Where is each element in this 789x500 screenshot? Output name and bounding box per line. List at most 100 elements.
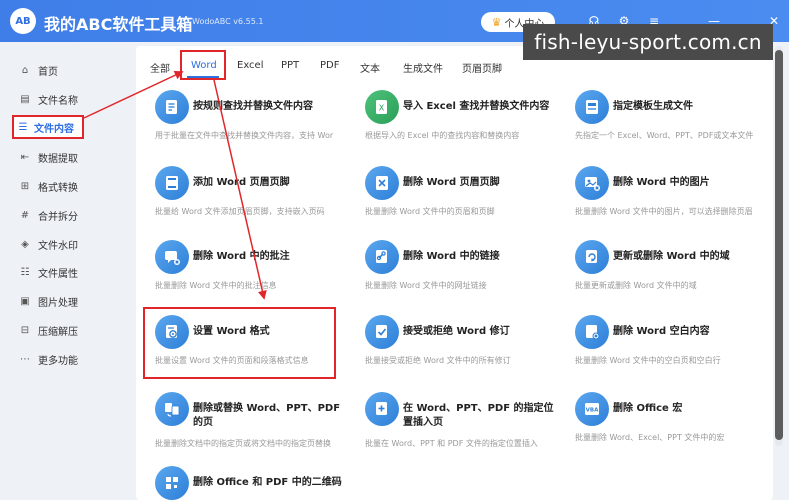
tool-card-desc: 根据导入的 Excel 中的查找内容和替换内容 [365, 131, 520, 140]
tool-card[interactable]: 在 Word、PPT、PDF 的指定位置插入页 批量在 Word、PPT 和 P… [365, 392, 565, 462]
template-icon [575, 90, 609, 124]
tab-text[interactable]: 文本 [360, 60, 380, 75]
tool-card[interactable]: 删除或替换 Word、PPT、PDF 的页 批量删除文档中的指定页或将文档中的指… [155, 392, 355, 462]
tool-card[interactable]: VBA 删除 Office 宏 批量删除 Word、Excel、PPT 文件中的… [575, 392, 775, 462]
sidebar-item-file-name[interactable]: ▤ 文件名称 [12, 87, 112, 111]
sidebar-item-label: 压缩解压 [38, 326, 78, 338]
tool-card-desc: 批量给 Word 文件添加页眉页脚，支持嵌入页码 [155, 207, 325, 216]
link-delete-icon [365, 240, 399, 274]
watermark-text: fish-leyu-sport.com.cn [534, 30, 762, 54]
doc-edit-icon [155, 90, 189, 124]
sidebar-item-more[interactable]: ⋯ 更多功能 [12, 347, 112, 371]
app-version: WodoABC v6.55.1 [192, 17, 264, 26]
sidebar-item-label: 文件名称 [38, 95, 78, 107]
tool-card[interactable]: 删除 Word 中的图片 批量删除 Word 文件中的图片，可以选择删除页眉 [575, 166, 775, 236]
tool-card[interactable]: 删除 Word 中的批注 批量删除 Word 文件中的批注信息 [155, 240, 355, 310]
home-icon: ⌂ [21, 64, 29, 76]
tool-card-desc: 批量接受或拒绝 Word 文件中的所有修订 [365, 356, 511, 365]
tool-card-title: 删除 Word 页眉页脚 [403, 177, 500, 188]
sidebar-item-format-convert[interactable]: ⊞ 格式转换 [12, 174, 112, 198]
properties-icon: ☷ [20, 266, 30, 278]
scrollbar-thumb[interactable] [775, 50, 783, 440]
sidebar-item-label: 合并拆分 [38, 211, 78, 223]
tool-card-title: 删除 Word 中的链接 [403, 251, 500, 262]
tool-card-title: 删除或替换 Word、PPT、PDF 的页 [193, 403, 341, 428]
tab-ppt[interactable]: PPT [281, 60, 299, 71]
tool-card-desc: 批量更新或删除 Word 文件中的域 [575, 281, 697, 290]
tool-card[interactable]: 删除 Word 中的链接 批量删除 Word 文件中的网址链接 [365, 240, 565, 310]
sidebar-item-home[interactable]: ⌂ 首页 [12, 58, 112, 82]
header-footer-delete-icon [365, 166, 399, 200]
tool-card-desc: 批量删除 Word 文件中的空白页和空白行 [575, 356, 721, 365]
sidebar-item-label: 文件属性 [38, 268, 78, 280]
sidebar-item-label: 首页 [38, 66, 58, 78]
tool-card[interactable]: X 导入 Excel 查找并替换文件内容 根据导入的 Excel 中的查找内容和… [365, 90, 565, 160]
highlight-box [143, 307, 336, 379]
sidebar-item-label: 文件内容 [34, 123, 74, 135]
tool-card-title: 删除 Office 和 PDF 中的二维码 [193, 477, 342, 488]
tool-card-title: 指定模板生成文件 [613, 101, 693, 112]
tool-card[interactable]: 删除 Word 空白内容 批量删除 Word 文件中的空白页和空白行 [575, 315, 775, 385]
sidebar-item-watermark[interactable]: ◈ 文件水印 [12, 232, 112, 256]
tool-card-desc: 批量删除文档中的指定页或将文档中的指定页替换 [155, 439, 331, 448]
page-insert-icon [365, 392, 399, 426]
tool-card-title: 添加 Word 页眉页脚 [193, 177, 290, 188]
tool-card-title: 按规则查找并替换文件内容 [193, 101, 313, 112]
app-window: AB 我的ABC软件工具箱 WodoABC v6.55.1 ♛ 个人中心 ☊ ⚙… [0, 0, 789, 500]
sidebar: ⌂ 首页 ▤ 文件名称 ☰ 文件内容 ⇤ 数据提取 ⊞ 格式转换 # 合并拆分 ◈ 文件水印 … [0, 42, 124, 500]
tab-excel[interactable]: Excel [237, 60, 264, 71]
sidebar-item-image[interactable]: ▣ 图片处理 [12, 289, 112, 313]
tab-header-footer[interactable]: 页眉页脚 [462, 60, 502, 75]
sidebar-item-properties[interactable]: ☷ 文件属性 [12, 260, 112, 284]
tool-card-desc: 批量删除 Word 文件中的批注信息 [155, 281, 277, 290]
svg-text:X: X [379, 104, 385, 113]
revision-accept-icon [365, 315, 399, 349]
image-delete-icon [575, 166, 609, 200]
highlight-box [180, 50, 226, 80]
tool-card[interactable]: 更新或删除 Word 中的域 批量更新或删除 Word 文件中的域 [575, 240, 775, 310]
tool-card-desc: 批量删除 Word 文件中的页眉和页脚 [365, 207, 495, 216]
tool-card[interactable]: 删除 Word 页眉页脚 批量删除 Word 文件中的页眉和页脚 [365, 166, 565, 236]
tool-card-title: 在 Word、PPT、PDF 的指定位置插入页 [403, 403, 554, 428]
svg-text:VBA: VBA [586, 408, 599, 414]
image-icon: ▣ [20, 295, 30, 307]
header-footer-add-icon [155, 166, 189, 200]
tab-all[interactable]: 全部 [150, 60, 170, 75]
sidebar-item-label: 格式转换 [38, 182, 78, 194]
field-update-icon [575, 240, 609, 274]
tool-card[interactable]: 添加 Word 页眉页脚 批量给 Word 文件添加页眉页脚，支持嵌入页码 [155, 166, 355, 236]
tool-card-title: 删除 Word 中的图片 [613, 177, 710, 188]
qrcode-delete-icon [155, 466, 189, 500]
sidebar-item-label: 数据提取 [38, 153, 78, 165]
merge-icon: # [20, 209, 30, 221]
tool-card-desc: 批量在 Word、PPT 和 PDF 文件的指定位置插入 [365, 439, 538, 448]
list-icon: ☰ [18, 121, 28, 133]
sidebar-item-compress[interactable]: ⊟ 压缩解压 [12, 318, 112, 342]
logo-text: AB [15, 15, 31, 27]
blank-delete-icon [575, 315, 609, 349]
tab-pdf[interactable]: PDF [320, 60, 339, 71]
watermark-overlay: fish-leyu-sport.com.cn [523, 24, 773, 60]
convert-icon: ⊞ [20, 180, 30, 192]
sidebar-item-file-content[interactable]: ☰ 文件内容 [12, 115, 84, 139]
sidebar-item-label: 文件水印 [38, 240, 78, 252]
tab-generate[interactable]: 生成文件 [403, 60, 443, 75]
sidebar-item-merge-split[interactable]: # 合并拆分 [12, 203, 112, 227]
watermark-icon: ◈ [21, 238, 29, 250]
more-icon: ⋯ [20, 353, 30, 365]
tool-card[interactable]: 删除 Office 和 PDF 中的二维码 [155, 466, 355, 500]
tool-card-title: 更新或删除 Word 中的域 [613, 251, 730, 262]
tool-card[interactable]: 接受或拒绝 Word 修订 批量接受或拒绝 Word 文件中的所有修订 [365, 315, 565, 385]
excel-import-icon: X [365, 90, 399, 124]
tool-card-desc: 用于批量在文件中查找并替换文件内容，支持 Wor [155, 131, 334, 140]
sidebar-item-label: 更多功能 [38, 355, 78, 367]
tool-card-desc: 批量删除 Word、Excel、PPT 文件中的宏 [575, 433, 725, 442]
tool-card[interactable]: 按规则查找并替换文件内容 用于批量在文件中查找并替换文件内容，支持 Wor [155, 90, 355, 160]
tool-card-title: 删除 Office 宏 [613, 403, 683, 414]
vba-macro-icon: VBA [575, 392, 609, 426]
tool-card-desc: 批量删除 Word 文件中的网址链接 [365, 281, 487, 290]
tool-card[interactable]: 指定模板生成文件 先指定一个 Excel、Word、PPT、PDF或文本文件 [575, 90, 775, 160]
sidebar-item-data-extract[interactable]: ⇤ 数据提取 [12, 145, 112, 169]
app-title: 我的ABC软件工具箱 [44, 15, 193, 34]
tool-card-title: 接受或拒绝 Word 修订 [403, 326, 510, 337]
